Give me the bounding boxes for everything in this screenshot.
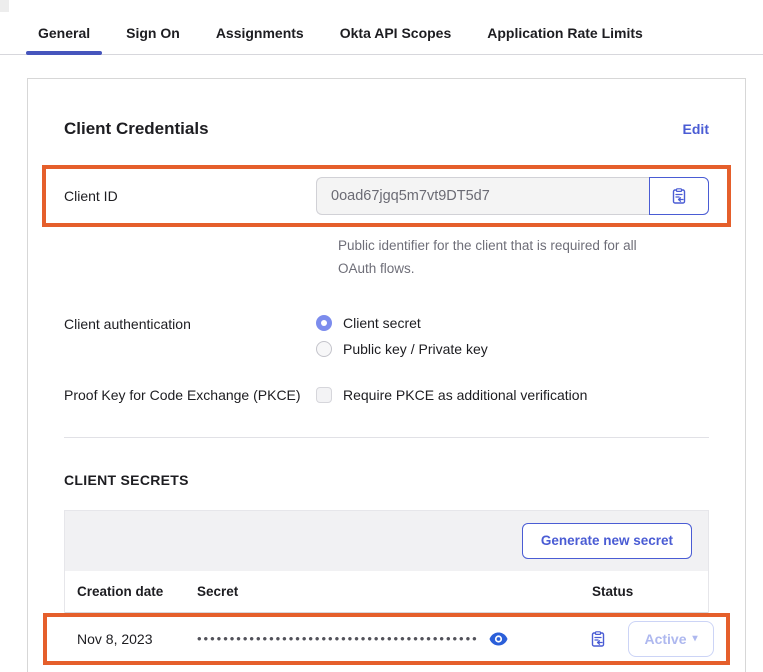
copy-secret-button[interactable]	[589, 630, 607, 648]
option-client-secret[interactable]: Client secret	[316, 315, 488, 331]
client-secrets-table: Generate new secret Creation date Secret…	[64, 510, 709, 665]
masked-secret-cell: ••••••••••••••••••••••••••••••••••••••••…	[197, 631, 568, 646]
status-badge: Active	[644, 631, 686, 647]
client-id-label: Client ID	[64, 188, 316, 204]
radio-unselected-icon[interactable]	[316, 341, 332, 357]
secrets-table-header: Creation date Secret Status	[65, 571, 708, 613]
chevron-down-icon: ▾	[693, 633, 698, 644]
app-tabbar: General Sign On Assignments Okta API Sco…	[0, 12, 763, 55]
option-client-secret-label: Client secret	[343, 315, 421, 331]
tab-sign-on[interactable]: Sign On	[114, 12, 192, 54]
section-divider	[64, 437, 709, 438]
pkce-checkbox-option[interactable]: Require PKCE as additional verification	[316, 387, 587, 403]
tab-general[interactable]: General	[26, 12, 102, 54]
tab-assignments[interactable]: Assignments	[204, 12, 316, 54]
column-header-creation-date: Creation date	[77, 584, 197, 599]
copy-client-id-button[interactable]	[649, 177, 709, 215]
status-dropdown-button[interactable]: Active ▾	[628, 621, 714, 657]
client-authentication-row: Client authentication Client secret Publ…	[64, 315, 709, 357]
clipboard-copy-icon	[589, 630, 607, 648]
client-id-group	[316, 177, 709, 215]
radio-selected-icon[interactable]	[316, 315, 332, 331]
section-title: Client Credentials	[64, 119, 209, 139]
section-header: Client Credentials Edit	[64, 119, 709, 139]
secret-row-highlight-box: Nov 8, 2023 ••••••••••••••••••••••••••••…	[43, 613, 730, 665]
option-public-private-key-label: Public key / Private key	[343, 341, 488, 357]
client-secrets-title: CLIENT SECRETS	[64, 472, 709, 488]
tab-okta-api-scopes[interactable]: Okta API Scopes	[328, 12, 464, 54]
masked-secret-value: ••••••••••••••••••••••••••••••••••••••••…	[197, 631, 479, 646]
column-header-secret: Secret	[197, 584, 592, 599]
eye-icon	[489, 632, 508, 646]
client-authentication-label: Client authentication	[64, 315, 316, 357]
client-id-highlight-box: Client ID	[42, 165, 731, 227]
secret-creation-date: Nov 8, 2023	[77, 631, 197, 647]
table-row: Nov 8, 2023 ••••••••••••••••••••••••••••…	[47, 617, 726, 661]
edit-link[interactable]: Edit	[683, 121, 709, 137]
generate-new-secret-button[interactable]: Generate new secret	[522, 523, 692, 559]
client-authentication-options: Client secret Public key / Private key	[316, 315, 488, 357]
pkce-label: Proof Key for Code Exchange (PKCE)	[64, 387, 316, 403]
pkce-row: Proof Key for Code Exchange (PKCE) Requi…	[64, 387, 709, 403]
copy-secret-cell	[568, 630, 628, 648]
checkbox-unchecked-icon[interactable]	[316, 387, 332, 403]
client-credentials-card: Client Credentials Edit Client ID	[27, 78, 746, 672]
client-id-input[interactable]	[316, 177, 649, 215]
clipboard-copy-icon	[670, 187, 688, 205]
pkce-option-label: Require PKCE as additional verification	[343, 387, 587, 403]
client-id-row: Client ID	[64, 177, 709, 215]
client-id-help-text: Public identifier for the client that is…	[338, 235, 678, 281]
reveal-secret-button[interactable]	[489, 632, 508, 646]
tab-application-rate-limits[interactable]: Application Rate Limits	[475, 12, 655, 54]
column-header-status: Status	[592, 584, 696, 599]
option-public-private-key[interactable]: Public key / Private key	[316, 341, 488, 357]
secrets-table-toolbar: Generate new secret	[65, 511, 708, 571]
